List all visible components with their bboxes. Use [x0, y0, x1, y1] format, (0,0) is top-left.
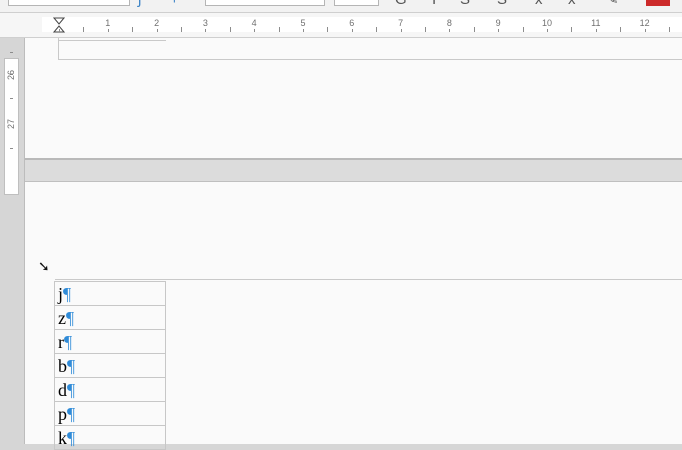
table-select-arrow-icon[interactable]: ➘	[38, 259, 50, 273]
text-color-icon[interactable]: +	[170, 0, 179, 7]
document-table[interactable]: j¶ z¶ r¶ b¶ d¶ p¶ k¶	[54, 281, 166, 450]
page-break-gap	[25, 158, 682, 182]
margin-guide	[58, 38, 59, 60]
ruler-number: 10	[541, 18, 553, 28]
paragraph-style-box[interactable]	[8, 0, 130, 6]
ruler-number: 4	[251, 18, 257, 28]
cell-text: d	[58, 379, 67, 400]
paragraph-mark-icon: ¶	[67, 403, 76, 424]
ruler-number: 11	[591, 18, 601, 28]
ruler-tick	[59, 29, 60, 32]
table-row[interactable]: b¶	[54, 353, 166, 378]
ruler-tick	[132, 27, 134, 32]
ruler-number: 1	[105, 18, 111, 28]
ruler-tick	[278, 27, 280, 32]
table-row[interactable]: p¶	[54, 401, 166, 426]
ruler-face	[42, 17, 682, 32]
paragraph-mark-icon: ¶	[67, 355, 76, 376]
character-highlight-icon[interactable]: ʃ	[138, 0, 141, 7]
ruler-number: 12	[639, 18, 650, 28]
ruler-tick	[229, 27, 231, 32]
ruler-tick	[303, 29, 304, 32]
table-cell[interactable]: k¶	[54, 425, 166, 450]
ruler-tick	[498, 29, 500, 32]
font-size-box[interactable]	[334, 0, 379, 6]
ruler-tick	[83, 27, 85, 32]
margin-guide	[58, 59, 682, 60]
table-row[interactable]: r¶	[54, 329, 166, 354]
table-row[interactable]: z¶	[54, 305, 166, 330]
underline-icon[interactable]: S	[460, 0, 470, 7]
ruler-tick	[10, 98, 13, 99]
bold-icon[interactable]: G	[395, 0, 407, 7]
paragraph-mark-icon: ¶	[67, 427, 76, 448]
paragraph-mark-icon: ¶	[66, 307, 75, 328]
ruler-tick	[620, 27, 622, 32]
ruler-tick	[473, 27, 475, 32]
ruler-tick	[205, 29, 207, 32]
ruler-tick	[522, 27, 524, 32]
ruler-tick	[644, 29, 646, 32]
italic-icon[interactable]: I	[432, 0, 436, 7]
ruler-tick	[107, 29, 109, 32]
ruler-tick	[181, 27, 182, 32]
ruler-number: 5	[300, 18, 306, 28]
paragraph-mark-icon: ¶	[67, 379, 76, 400]
table-cell[interactable]: r¶	[54, 329, 166, 354]
ruler-tick	[327, 27, 329, 32]
ruler-tick	[156, 29, 158, 32]
ruler-number: 7	[398, 18, 404, 28]
strikethrough-icon[interactable]: S	[497, 0, 507, 7]
ruler-tick	[254, 29, 256, 32]
ruler-number: 8	[446, 18, 452, 28]
table-bottom-border	[58, 40, 166, 41]
margin-guide	[55, 279, 682, 280]
paragraph-mark-icon: ¶	[63, 283, 72, 304]
ruler-number: 3	[202, 18, 208, 28]
ruler-number: 27	[6, 118, 16, 129]
cell-text: b	[58, 355, 67, 376]
subscript-icon[interactable]: x	[568, 0, 576, 7]
ruler-tick	[376, 27, 378, 32]
paragraph-mark-icon: ¶	[64, 331, 73, 352]
ruler-tick	[10, 148, 13, 149]
table-cell[interactable]: b¶	[54, 353, 166, 378]
table-row[interactable]: k¶	[54, 425, 166, 450]
ruler-tick	[669, 27, 670, 32]
ruler-tick	[425, 27, 426, 32]
cell-text: z	[58, 307, 66, 328]
table-cell[interactable]: p¶	[54, 401, 166, 426]
clear-formatting-icon[interactable]: ✎	[606, 0, 619, 7]
table-cell[interactable]: z¶	[54, 305, 166, 330]
table-cell[interactable]: j¶	[54, 281, 166, 306]
ruler-number: 26	[6, 69, 16, 80]
ruler-tick	[449, 29, 451, 32]
superscript-icon[interactable]: x	[535, 0, 543, 7]
cell-text: k	[58, 427, 67, 448]
table-row[interactable]: d¶	[54, 377, 166, 402]
ruler-tick	[351, 29, 353, 32]
ruler-tick	[547, 29, 548, 32]
ruler-number: 6	[349, 18, 355, 28]
ruler-tick	[595, 29, 597, 32]
horizontal-ruler[interactable]: 1 2 3 4 5 6 7 8 9 10 11 12	[0, 13, 682, 38]
font-name-box[interactable]	[205, 0, 325, 6]
cell-text: p	[58, 403, 67, 424]
table-row[interactable]: j¶	[54, 281, 166, 306]
table-cell[interactable]: d¶	[54, 377, 166, 402]
ruler-tick	[571, 27, 573, 32]
ruler-tick	[10, 52, 13, 53]
ruler-number: 2	[154, 18, 160, 28]
ruler-number: 9	[495, 18, 501, 28]
ruler-tick	[400, 29, 402, 32]
font-color-swatch-icon[interactable]	[646, 0, 670, 6]
vertical-ruler[interactable]: 26 27	[0, 38, 25, 444]
formatting-toolbar: ʃ + G I S S x x ✎	[0, 0, 682, 13]
